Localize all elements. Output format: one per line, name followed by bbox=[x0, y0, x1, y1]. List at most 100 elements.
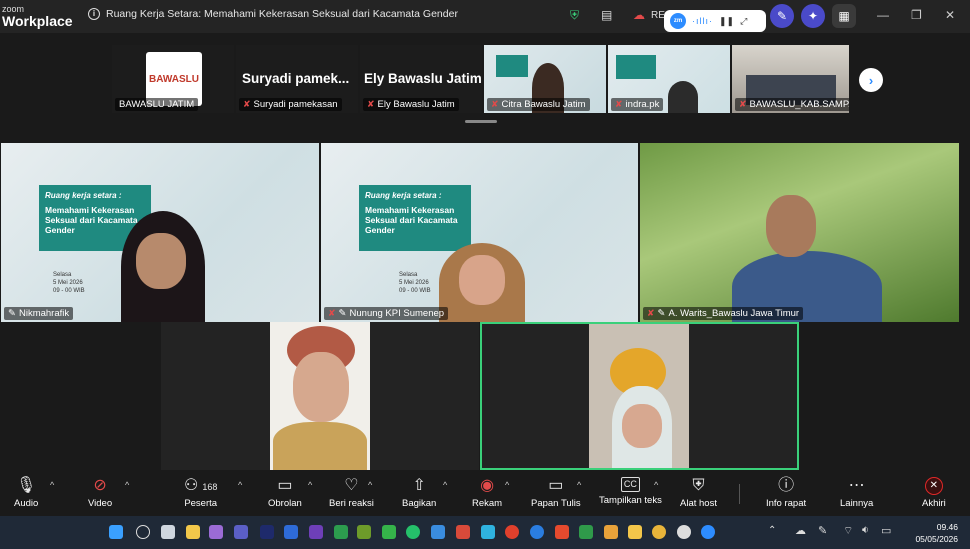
mic-muted-icon: ✘ bbox=[328, 308, 336, 318]
close-icon[interactable]: ✕ bbox=[945, 8, 955, 22]
video-tile-active-speaker[interactable] bbox=[480, 322, 799, 470]
whiteboard-button[interactable]: ▭ Papan Tulis bbox=[531, 477, 581, 509]
app-icon-8[interactable] bbox=[505, 525, 519, 539]
edge-icon[interactable] bbox=[530, 525, 544, 539]
photoshop-icon[interactable] bbox=[260, 525, 274, 539]
video-tile-participant-4[interactable] bbox=[161, 322, 479, 470]
app-icon-9[interactable] bbox=[555, 525, 569, 539]
start-icon[interactable] bbox=[109, 525, 123, 539]
record-options-caret[interactable]: ^ bbox=[505, 480, 509, 490]
search-icon[interactable] bbox=[136, 525, 150, 539]
participant-strip: BAWASLU BAWASLU JATIM Suryadi pamek... ✘… bbox=[112, 45, 849, 113]
chevron-up-icon[interactable]: ⌃ bbox=[768, 525, 776, 536]
expand-icon[interactable]: ⤢ bbox=[740, 16, 747, 27]
task-view-icon[interactable] bbox=[161, 525, 175, 539]
tile-name: ✘ ✎ Nunung KPI Sumenep bbox=[324, 307, 449, 320]
layout-button[interactable]: ▦ bbox=[832, 4, 856, 28]
heart-icon: ♡ bbox=[344, 477, 359, 494]
ai-companion-button[interactable]: ✦ bbox=[801, 4, 825, 28]
record-icon: ◉ bbox=[480, 477, 495, 494]
microphone-icon: 🎙︎ bbox=[16, 477, 37, 494]
next-page-button[interactable]: › bbox=[859, 68, 883, 92]
participants-button[interactable]: ⚇ 168 Peserta bbox=[184, 477, 217, 509]
title-bar: zoom Workplace i Ruang Kerja Setara: Mem… bbox=[0, 0, 970, 33]
strip-resize-handle[interactable] bbox=[465, 120, 497, 123]
meeting-title[interactable]: i Ruang Kerja Setara: Memahami Kekerasan… bbox=[88, 8, 458, 20]
battery-icon[interactable]: ▭ bbox=[881, 524, 891, 537]
record-button[interactable]: ◉ Rekam bbox=[472, 477, 502, 509]
word-icon[interactable] bbox=[284, 525, 298, 539]
pen-tray-icon[interactable]: ✎ bbox=[818, 524, 827, 537]
app-icon-11[interactable] bbox=[604, 525, 618, 539]
slide-date: Selasa 5 Mei 2026 09 - 00 WIB bbox=[399, 272, 431, 294]
maximize-icon[interactable]: ❐ bbox=[911, 8, 922, 22]
cloud-icon[interactable]: ☁ bbox=[795, 524, 806, 537]
file-explorer-icon[interactable] bbox=[186, 525, 200, 539]
cloud-record-icon[interactable]: ☁ bbox=[633, 8, 645, 22]
chat-button[interactable]: ▭ Obrolan bbox=[268, 477, 302, 509]
folder-icon[interactable] bbox=[628, 525, 642, 539]
whiteboard-options-caret[interactable]: ^ bbox=[577, 480, 581, 490]
app-icon-6[interactable] bbox=[456, 525, 470, 539]
video-options-caret[interactable]: ^ bbox=[125, 480, 129, 490]
audio-options-caret[interactable]: ^ bbox=[50, 480, 54, 490]
video-tile-nunung[interactable]: Ruang kerja setara : Memahami Kekerasan … bbox=[321, 143, 638, 322]
whatsapp-icon[interactable] bbox=[406, 525, 420, 539]
end-button[interactable]: ✕ Akhiri bbox=[922, 477, 946, 509]
chevron-right-icon: › bbox=[868, 72, 874, 88]
strip-tile-ely[interactable]: Ely Bawaslu Jatim ✘ Ely Bawaslu Jatim bbox=[360, 45, 482, 113]
app-icon-7[interactable] bbox=[481, 525, 495, 539]
video-button[interactable]: ⊘ Video bbox=[88, 477, 112, 509]
volume-icon[interactable]: 🔉︎ bbox=[862, 524, 869, 537]
annotate-button[interactable]: ✎ bbox=[770, 4, 794, 28]
app-icon-12[interactable] bbox=[677, 525, 691, 539]
tile-name: ✘ Suryadi pamekasan bbox=[239, 98, 342, 111]
excel-icon[interactable] bbox=[334, 525, 348, 539]
info-icon[interactable]: i bbox=[88, 8, 100, 20]
strip-tile-citra[interactable]: ✘ Citra Bawaslu Jatim bbox=[484, 45, 606, 113]
mic-muted-icon: ✘ bbox=[739, 99, 747, 109]
app-icon-4[interactable] bbox=[382, 525, 396, 539]
chat-options-caret[interactable]: ^ bbox=[308, 480, 312, 490]
windows-taskbar: ⌃ ☁ ✎ ⌔ 🔉︎ ▭ 09.46 05/05/2026 bbox=[0, 516, 970, 549]
video-tile-warits[interactable]: ✘ ✎ A. Warits_Bawaslu Jawa Timur bbox=[640, 143, 959, 322]
mic-muted-icon: ✘ bbox=[615, 99, 623, 109]
captions-button[interactable]: CC Tampilkan teks bbox=[599, 477, 662, 506]
meeting-info-button[interactable]: ⓘ Info rapat bbox=[766, 477, 806, 509]
share-button[interactable]: ⇧ Bagikan bbox=[402, 477, 436, 509]
shield-icon[interactable]: ⛨ bbox=[570, 8, 579, 23]
strip-tile-sampang[interactable]: ✘BAWASLU_KAB.SAMPA... bbox=[732, 45, 849, 113]
notes-icon[interactable]: ▤ bbox=[601, 8, 612, 22]
audio-button[interactable]: 🎙︎ Audio bbox=[14, 477, 38, 509]
video-tile-nikmahrafik[interactable]: Ruang kerja setara : Memahami Kekerasan … bbox=[1, 143, 319, 322]
more-button[interactable]: ⋯ Lainnya bbox=[840, 477, 873, 509]
app-icon-5[interactable] bbox=[431, 525, 445, 539]
strip-tile-bawaslu[interactable]: BAWASLU BAWASLU JATIM bbox=[112, 45, 234, 113]
wifi-icon[interactable]: ⌔ bbox=[843, 524, 853, 538]
strip-tile-suryadi[interactable]: Suryadi pamek... ✘ Suryadi pamekasan bbox=[236, 45, 358, 113]
app-icon-2[interactable] bbox=[309, 525, 323, 539]
reactions-options-caret[interactable]: ^ bbox=[368, 480, 372, 490]
app-icon-3[interactable] bbox=[357, 525, 371, 539]
teams-icon[interactable] bbox=[234, 525, 248, 539]
host-tools-button[interactable]: ⛨ Alat host bbox=[680, 477, 717, 509]
pause-icon[interactable]: ❚❚ bbox=[719, 16, 734, 27]
participant-big-name: Ely Bawaslu Jatim bbox=[364, 71, 482, 86]
meeting-title-text: Ruang Kerja Setara: Memahami Kekerasan S… bbox=[106, 8, 458, 20]
minimize-icon[interactable]: — bbox=[877, 8, 889, 22]
share-options-caret[interactable]: ^ bbox=[443, 480, 447, 490]
mic-muted-icon: ✘ bbox=[243, 99, 251, 109]
info-icon: ⓘ bbox=[778, 477, 795, 494]
zoom-taskbar-icon[interactable] bbox=[701, 525, 715, 539]
captions-options-caret[interactable]: ^ bbox=[654, 480, 658, 490]
app-icon-1[interactable] bbox=[209, 525, 223, 539]
clock[interactable]: 09.46 05/05/2026 bbox=[915, 521, 958, 545]
participants-options-caret[interactable]: ^ bbox=[238, 480, 242, 490]
mic-muted-icon: ✘ bbox=[491, 99, 499, 109]
audio-pill[interactable]: zm ·ıllı· ❚❚ ⤢ bbox=[664, 10, 766, 32]
strip-tile-indra[interactable]: ✘ indra.pk bbox=[608, 45, 730, 113]
chrome-icon[interactable] bbox=[652, 525, 666, 539]
slide-thumbnail bbox=[496, 55, 528, 77]
participant-face bbox=[293, 352, 349, 422]
app-icon-10[interactable] bbox=[579, 525, 593, 539]
